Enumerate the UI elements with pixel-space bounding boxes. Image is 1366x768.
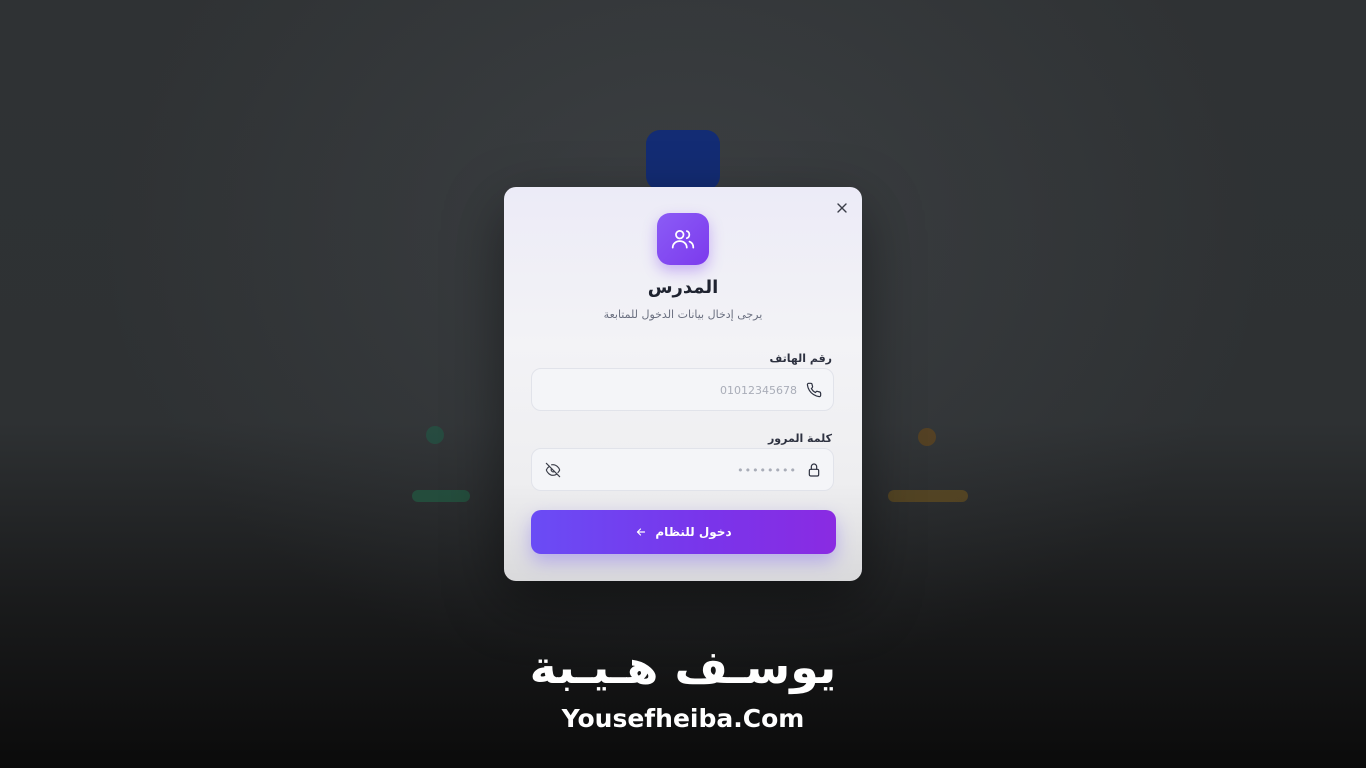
close-icon [837, 203, 847, 213]
teacher-avatar [657, 213, 709, 265]
phone-field[interactable] [531, 368, 834, 412]
password-input[interactable] [575, 449, 799, 492]
arrow-left-icon [637, 528, 646, 536]
submit-label: دخول للنظام [655, 525, 732, 539]
watermark-latin: Yousefheiba.Com [561, 704, 805, 733]
close-button[interactable] [834, 200, 850, 216]
lock-icon [808, 463, 820, 477]
phone-icon [806, 382, 822, 398]
login-modal: المدرس يرجى إدخال بيانات الدخول للمتابعة… [504, 187, 862, 581]
users-icon [671, 230, 695, 249]
modal-subtitle: يرجى إدخال بيانات الدخول للمتابعة [603, 308, 763, 321]
password-field[interactable] [531, 448, 834, 492]
phone-label: رقم الهاتف [769, 352, 832, 365]
watermark-arabic: يوسـف هـيـبة [529, 640, 837, 694]
modal-title: المدرس [647, 277, 719, 298]
eye-off-icon[interactable] [545, 462, 561, 478]
login-submit-button[interactable]: دخول للنظام [531, 510, 836, 554]
password-label: كلمة المرور [767, 432, 832, 445]
background-card-badge-blur [888, 490, 968, 502]
background-card-badge-blur [412, 490, 470, 502]
background-logo-blur [646, 130, 720, 190]
background-card-icon-blur [426, 426, 444, 444]
phone-input[interactable] [575, 369, 799, 412]
background-card-icon-blur [918, 428, 936, 446]
